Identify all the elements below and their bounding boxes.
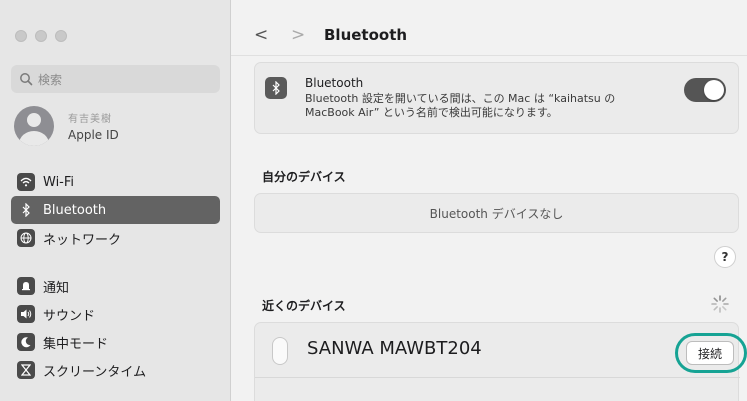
sidebar-item-label: サウンド <box>43 308 96 324</box>
bluetooth-icon <box>265 77 287 99</box>
page-title: Bluetooth <box>324 26 408 44</box>
zoom-window-button[interactable] <box>55 30 67 42</box>
sidebar-item-focus[interactable]: 集中モード <box>11 328 220 356</box>
account-subtitle: Apple ID <box>68 128 119 142</box>
nearby-devices-heading: 近くのデバイス <box>262 299 346 313</box>
sidebar-nav-group-1: Wi-Fi Bluetooth ネットワーク <box>11 168 220 252</box>
sidebar-item-screen-time[interactable]: スクリーンタイム <box>11 356 220 384</box>
minimize-window-button[interactable] <box>35 30 47 42</box>
search-input[interactable]: 検索 <box>11 65 220 93</box>
sidebar: 検索 有吉美樹 Apple ID Wi-Fi Bluetooth ネットワーク … <box>0 0 231 401</box>
apple-id-account[interactable]: 有吉美樹 Apple ID <box>14 106 119 146</box>
bluetooth-toggle[interactable] <box>684 78 726 102</box>
my-devices-list: Bluetooth デバイスなし <box>254 193 739 233</box>
sidebar-item-label: 集中モード <box>43 336 109 352</box>
moon-icon <box>17 333 35 351</box>
sidebar-item-label: ネットワーク <box>43 232 122 248</box>
sidebar-item-notifications[interactable]: 通知 <box>11 272 220 300</box>
bluetooth-description: Bluetooth 設定を開いている間は、この Mac は “kaihatsu … <box>305 92 616 119</box>
bluetooth-title: Bluetooth <box>305 76 364 90</box>
sidebar-item-sound[interactable]: サウンド <box>11 300 220 328</box>
forward-button[interactable]: > <box>291 25 305 45</box>
sidebar-item-bluetooth[interactable]: Bluetooth <box>11 196 220 224</box>
connect-button[interactable]: 接続 <box>686 341 734 365</box>
main-panel: < > Bluetooth Bluetooth Bluetooth 設定を開いて… <box>231 0 747 401</box>
speaker-icon <box>17 305 35 323</box>
back-button[interactable]: < <box>254 25 268 45</box>
hourglass-icon <box>17 361 35 379</box>
help-button[interactable]: ? <box>714 246 736 268</box>
account-name: 有吉美樹 <box>68 114 112 125</box>
mouse-icon <box>272 337 288 365</box>
bluetooth-icon <box>17 201 35 219</box>
sidebar-item-label: Wi-Fi <box>43 174 75 190</box>
search-icon <box>20 73 33 86</box>
sidebar-item-label: Bluetooth <box>43 202 107 218</box>
sidebar-item-label: 通知 <box>43 280 70 296</box>
window-controls <box>15 30 67 42</box>
bell-icon <box>17 277 35 295</box>
device-name: SANWA MAWBT204 <box>307 338 482 359</box>
sidebar-nav-group-2: 通知 サウンド 集中モード スクリーンタイム <box>11 272 220 384</box>
no-devices-text: Bluetooth デバイスなし <box>429 206 564 221</box>
sidebar-item-label: スクリーンタイム <box>43 364 147 380</box>
toggle-knob <box>704 80 724 100</box>
my-devices-heading: 自分のデバイス <box>262 170 346 184</box>
avatar <box>14 106 54 146</box>
sidebar-item-network[interactable]: ネットワーク <box>11 224 220 252</box>
globe-icon <box>17 229 35 247</box>
list-item: SANWA MAWBT204 接続 <box>255 323 747 378</box>
search-placeholder: 検索 <box>38 72 63 87</box>
loading-spinner-icon <box>711 295 729 313</box>
settings-window: 検索 有吉美樹 Apple ID Wi-Fi Bluetooth ネットワーク … <box>0 0 747 401</box>
nearby-devices-list: SANWA MAWBT204 接続 <box>254 322 747 401</box>
bluetooth-toggle-card: Bluetooth Bluetooth 設定を開いている間は、この Mac は … <box>254 62 739 134</box>
close-window-button[interactable] <box>15 30 27 42</box>
sidebar-item-wifi[interactable]: Wi-Fi <box>11 168 220 196</box>
wifi-icon <box>17 173 35 191</box>
toolbar: < > Bluetooth <box>231 0 747 56</box>
